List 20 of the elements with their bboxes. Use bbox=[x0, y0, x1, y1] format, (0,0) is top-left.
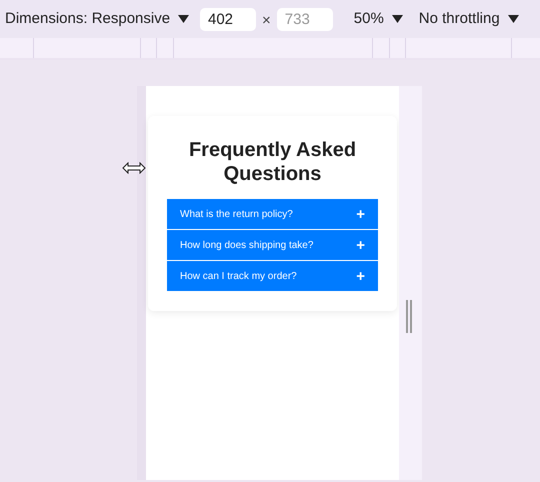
plus-icon: + bbox=[356, 206, 365, 222]
faq-title: Frequently Asked Questions bbox=[188, 138, 358, 186]
question-text: How long does shipping take? bbox=[180, 238, 314, 252]
dimensions-dropdown[interactable]: Dimensions: Responsive bbox=[0, 8, 200, 30]
caret-icon bbox=[178, 15, 190, 23]
height-input[interactable]: 733 bbox=[276, 8, 333, 30]
faq-question[interactable]: How long does shipping take? + bbox=[167, 230, 378, 260]
times-sign: × bbox=[262, 10, 271, 31]
plus-icon: + bbox=[356, 268, 365, 284]
plus-icon: + bbox=[356, 238, 365, 252]
faq-question[interactable]: What is the return policy? + bbox=[167, 199, 378, 229]
zoom-dropdown[interactable]: 50% bbox=[354, 8, 403, 30]
resize-handle[interactable] bbox=[406, 300, 412, 333]
throttling-dropdown[interactable]: No throttling bbox=[418, 8, 519, 30]
caret-icon bbox=[392, 15, 403, 23]
caret-icon bbox=[508, 15, 519, 23]
faq-question[interactable]: How can I track my order? + bbox=[167, 261, 378, 291]
width-input[interactable]: 402 bbox=[200, 8, 256, 30]
question-text: How can I track my order? bbox=[180, 270, 297, 284]
question-text: What is the return policy? bbox=[180, 208, 293, 222]
